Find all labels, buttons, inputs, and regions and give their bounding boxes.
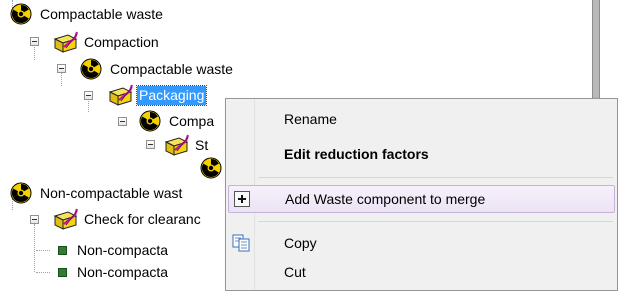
menu-separator (258, 177, 613, 178)
tree-node-label: Compactable waste (110, 60, 233, 77)
radiation-icon (80, 58, 102, 80)
tree-node[interactable]: Compactable waste (78, 58, 235, 80)
leaf-square-icon (58, 267, 67, 277)
menu-item-label: Copy (284, 235, 317, 251)
tree-node[interactable]: Compaction (52, 31, 161, 53)
context-menu: Rename Edit reduction factors Add Waste … (225, 98, 618, 291)
menu-item-edit-reduction-factors[interactable]: Edit reduction factors (228, 141, 615, 167)
tree-node-selected[interactable]: Packaging (107, 84, 208, 106)
tree-node[interactable]: St (163, 134, 210, 156)
vertical-scrollbar[interactable] (592, 0, 600, 100)
tree-node-label: Compactable waste (40, 5, 163, 22)
tree-node-label: Non-compacta (77, 241, 169, 258)
tree-node-label: Compaction (84, 33, 159, 50)
plus-icon (234, 191, 250, 207)
process-box-icon (108, 84, 133, 106)
collapse-toggle[interactable] (84, 91, 93, 100)
tree-node[interactable]: Non-compacta (54, 239, 170, 261)
menu-item-label: Edit reduction factors (284, 146, 429, 162)
collapse-toggle[interactable] (118, 117, 127, 126)
tree-node[interactable]: Compactable waste (8, 3, 165, 25)
radiation-icon (200, 157, 222, 179)
tree-node[interactable]: Non-compacta (54, 261, 170, 283)
copy-icon (232, 234, 250, 252)
tree-node-label: Packaging (135, 84, 208, 106)
menu-item-label: Rename (284, 111, 337, 127)
tree-node-label: Check for clearanc (84, 210, 201, 227)
radiation-icon (139, 110, 161, 132)
collapse-toggle[interactable] (30, 215, 39, 224)
menu-separator (258, 221, 613, 222)
menu-item-add-waste-component[interactable]: Add Waste component to merge (228, 185, 615, 213)
menu-item-label: Add Waste component to merge (285, 191, 486, 207)
menu-item-copy[interactable]: Copy (228, 230, 615, 256)
process-box-icon (53, 31, 78, 53)
menu-item-cut[interactable]: Cut (228, 259, 615, 285)
tree-node-label: Compa (169, 112, 215, 129)
process-box-icon (164, 134, 189, 156)
tree-node[interactable]: Compa (137, 110, 216, 132)
collapse-toggle[interactable] (30, 37, 39, 46)
tree-node-label: Non-compacta (77, 263, 169, 280)
tree-node-label: Non-compactable wast (40, 184, 183, 201)
menu-item-rename[interactable]: Rename (228, 106, 615, 132)
menu-item-label: Cut (284, 264, 306, 280)
collapse-toggle[interactable] (57, 64, 66, 73)
tree-node[interactable]: Check for clearanc (52, 208, 203, 230)
leaf-square-icon (58, 245, 67, 255)
radiation-icon (10, 182, 32, 204)
radiation-icon (10, 3, 32, 25)
tree-node[interactable]: Non-compactable wast (8, 182, 184, 204)
process-box-icon (53, 208, 78, 230)
collapse-toggle[interactable] (146, 140, 155, 149)
tree-node-label: St (195, 136, 209, 153)
